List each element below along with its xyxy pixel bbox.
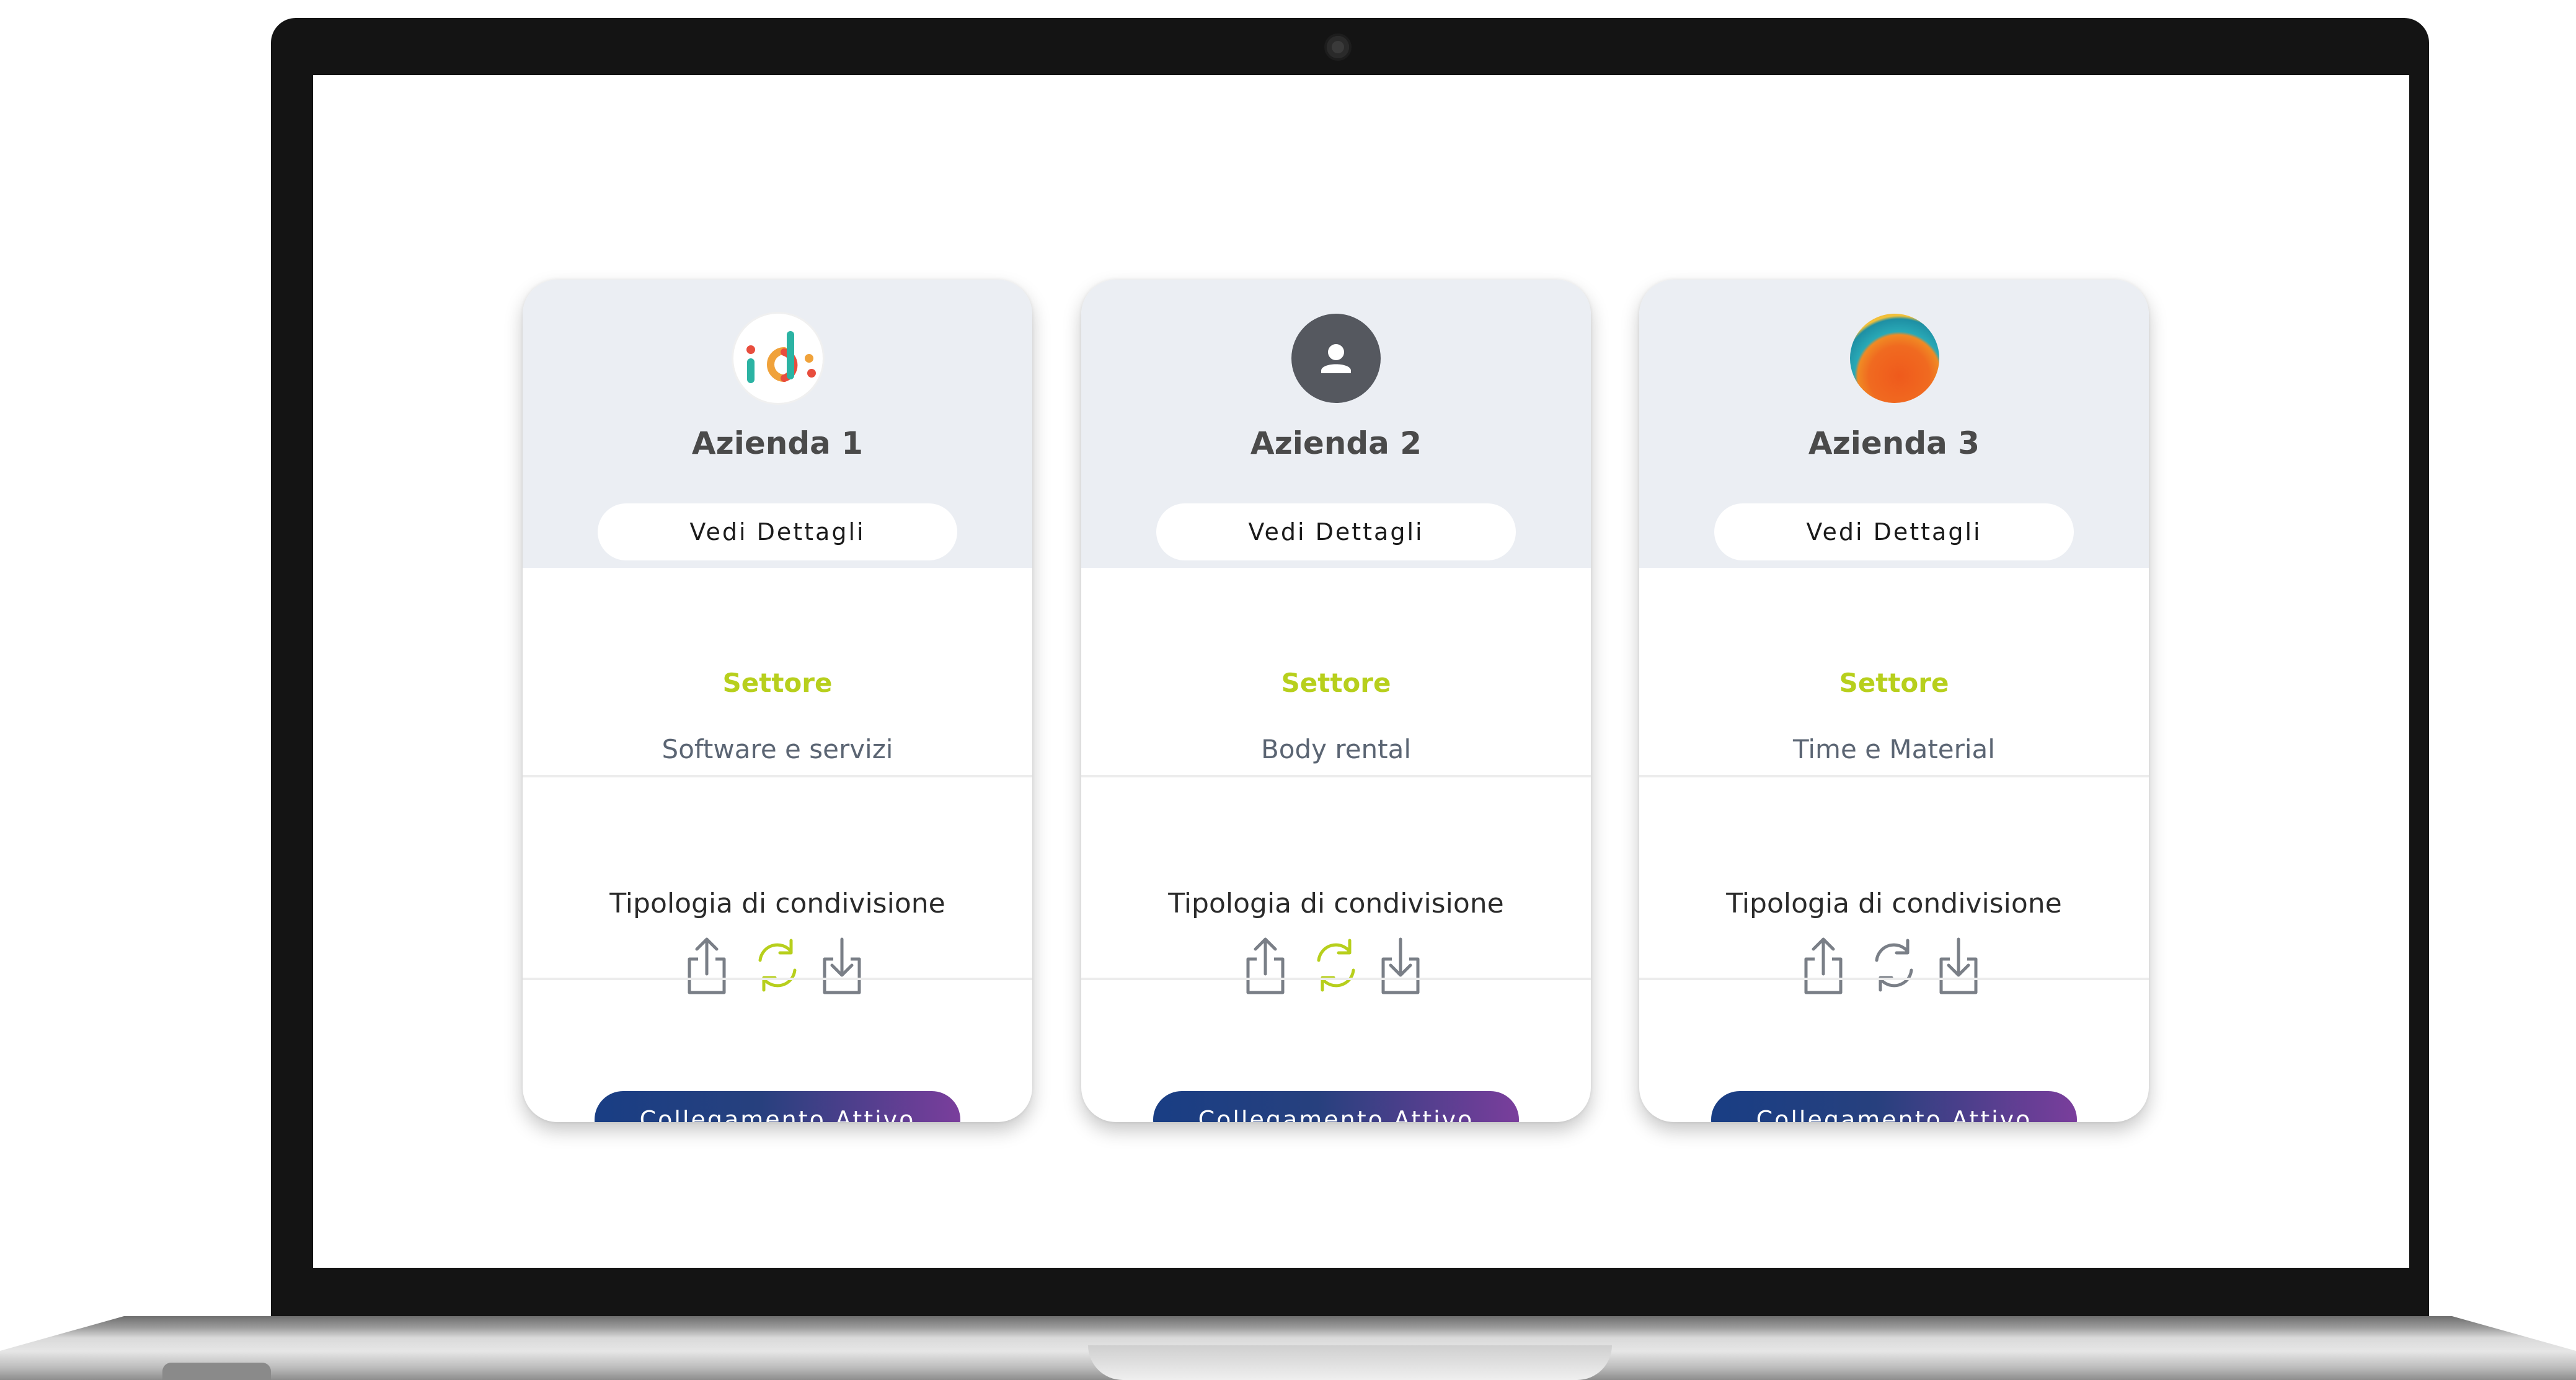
active-connection-button[interactable]: Collegamento Attivo: [1711, 1091, 2077, 1122]
sector-value: Body rental: [1260, 734, 1412, 764]
company-name: Azienda 1: [691, 425, 864, 461]
sharing-type-label: Tipologia di condivisione: [1168, 888, 1504, 919]
sharing-type-label: Tipologia di condivisione: [609, 888, 945, 919]
divider: [1081, 978, 1591, 980]
upload-icon[interactable]: [684, 934, 729, 996]
company-card: Azienda 2 Vedi Dettagli Settore Body ren…: [1081, 280, 1591, 1122]
abstract-blob-logo-icon: [1850, 314, 1939, 403]
laptop-foot: [162, 1363, 271, 1380]
ids-logo-icon: [733, 314, 823, 403]
active-connection-button[interactable]: Collegamento Attivo: [595, 1091, 960, 1122]
sharing-type-label: Tipologia di condivisione: [1726, 888, 2062, 919]
sector-label: Settore: [1839, 668, 1949, 698]
view-details-button[interactable]: Vedi Dettagli: [1156, 503, 1516, 560]
sync-icon[interactable]: [1311, 934, 1361, 996]
sharing-icons: [1243, 934, 1429, 1000]
sector-label: Settore: [722, 668, 833, 698]
divider: [1081, 775, 1591, 777]
sharing-icons: [1801, 934, 1987, 1000]
company-name: Azienda 3: [1808, 425, 1980, 461]
download-icon[interactable]: [820, 934, 864, 996]
sync-icon[interactable]: [753, 934, 802, 996]
sharing-icons: [684, 934, 870, 1000]
divider: [1639, 978, 2149, 980]
download-icon[interactable]: [1378, 934, 1423, 996]
company-card: Azienda 3 Vedi Dettagli Settore Time e M…: [1639, 280, 2149, 1122]
sector-value: Time e Material: [1793, 734, 1995, 764]
divider: [523, 775, 1032, 777]
sector-value: Software e servizi: [662, 734, 893, 764]
active-connection-button[interactable]: Collegamento Attivo: [1153, 1091, 1519, 1122]
upload-icon[interactable]: [1243, 934, 1288, 996]
user-placeholder-icon: [1291, 314, 1381, 403]
screen: Azienda 1 Vedi Dettagli Settore Software…: [313, 75, 2409, 1268]
view-details-button[interactable]: Vedi Dettagli: [1714, 503, 2074, 560]
divider: [1639, 775, 2149, 777]
webcam: [1327, 36, 1349, 58]
download-icon[interactable]: [1936, 934, 1981, 996]
company-name: Azienda 2: [1250, 425, 1422, 461]
view-details-button[interactable]: Vedi Dettagli: [598, 503, 957, 560]
company-card: Azienda 1 Vedi Dettagli Settore Software…: [523, 280, 1032, 1122]
divider: [523, 978, 1032, 980]
sync-icon[interactable]: [1869, 934, 1919, 996]
sector-label: Settore: [1281, 668, 1391, 698]
upload-icon[interactable]: [1801, 934, 1846, 996]
laptop-base-notch: [1088, 1345, 1612, 1380]
